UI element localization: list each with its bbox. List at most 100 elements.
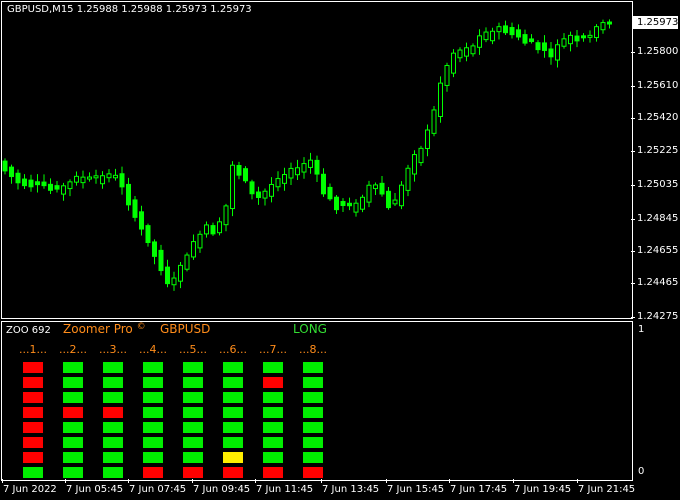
time-axis-label: 7 Jun 17:45 [450,484,508,495]
price-axis-label: 1.25035 [637,179,679,190]
time-axis-tick [255,479,256,483]
indicator-cell-up [223,377,243,388]
time-axis-label: 7 Jun 07:45 [129,484,187,495]
candle-body [106,173,112,179]
candle-body [360,196,365,210]
candle-body [561,38,567,47]
candle-body [373,184,378,190]
time-axis-tick [321,479,322,483]
time-axis-tick [386,479,387,483]
candle-body [35,181,40,186]
candle-body [412,154,417,175]
candle-body [425,129,430,150]
candle-body [113,174,118,179]
time-axis-label: 7 Jun 13:45 [322,484,380,495]
time-axis-tick [192,479,193,483]
candle-body [93,175,99,179]
indicator-cell-down [23,452,43,463]
indicator-cell-up [263,422,283,433]
candle-body [418,147,424,164]
candle-body [41,181,47,187]
indicator-cell-up [143,377,163,388]
candle-body [451,52,456,74]
candle-body [431,109,437,134]
indicator-cell-down [23,437,43,448]
candle-body [464,47,469,57]
indicator-cell-down [63,407,83,418]
candle-body [87,176,92,180]
candle-body [522,34,528,44]
candle-body [171,277,177,286]
time-axis-label: 7 Jun 05:45 [66,484,124,495]
candle-body [269,184,274,197]
candle-body [568,34,573,45]
candle-body [178,264,183,282]
candle-body [295,167,300,176]
candle-body [197,233,203,249]
price-axis-tick [631,86,635,87]
price-axis-tick [631,283,635,284]
time-axis-label: 7 Jun 11:45 [256,484,314,495]
price-axis-tick [631,317,635,318]
price-axis-label: 1.24465 [637,277,679,288]
candle-body [386,190,391,209]
indicator-column-label: ...2... [59,343,87,356]
indicator-scale-top: 1 [638,324,645,335]
time-axis-tick [128,479,129,483]
indicator-cell-up [263,407,283,418]
time-axis-label: 7 Jun 19:45 [514,484,572,495]
time-axis-label: 7 Jun 2022 [3,484,57,495]
candle-body [509,27,515,36]
indicator-cell-down [183,467,203,478]
indicator-scale-bottom: 0 [638,466,645,477]
price-axis-tick [631,118,635,119]
time-axis-tick [65,479,66,483]
indicator-column-label: ...3... [99,343,127,356]
symbol-title: GBPUSD,M15 1.25988 1.25988 1.25973 1.259… [7,4,252,15]
price-axis-label: 1.25610 [637,80,679,91]
indicator-cell-up [303,437,323,448]
indicator-cell-up [263,437,283,448]
indicator-column-label: ...4... [139,343,167,356]
candle-body [366,184,372,203]
time-axis-label: 7 Jun 21:45 [578,484,636,495]
candle-body [145,225,151,244]
candle-body [2,160,8,172]
candle-body [347,202,352,207]
indicator-cell-up [103,362,123,373]
indicator-cell-up [103,467,123,478]
indicator-cell-up [303,407,323,418]
time-axis-label: 7 Jun 09:45 [193,484,251,495]
candle-body [535,42,541,51]
price-axis-label: 1.24845 [637,213,679,224]
candle-body [353,202,359,213]
candle-body [54,185,60,190]
candle-body [119,173,125,188]
copyright-icon: © [136,322,146,332]
indicator-cell-up [263,392,283,403]
candle-body [334,196,339,211]
indicator-cell-up [223,392,243,403]
candle-body [600,22,606,31]
indicator-column-label: ...1... [19,343,47,356]
indicator-short-name: ZOO 692 [6,325,51,336]
indicator-cell-up [143,392,163,403]
indicator-cell-down [263,377,283,388]
indicator-cell-down [103,407,123,418]
candle-body [9,166,14,178]
candle-body [594,26,599,39]
candle-body [574,35,580,42]
candle-body [22,178,27,187]
candle-body [288,167,294,179]
indicator-cell-up [303,377,323,388]
candle-body [321,173,326,195]
price-axis-tick [631,251,635,252]
price-axis-label: 1.24275 [637,311,679,322]
candle-body [15,172,21,184]
candle-body [555,44,560,61]
candle-body [529,38,534,43]
candle-body [275,178,281,188]
price-axis-label: 1.25800 [637,46,679,57]
candle-body [379,182,385,195]
indicator-cell-up [183,437,203,448]
